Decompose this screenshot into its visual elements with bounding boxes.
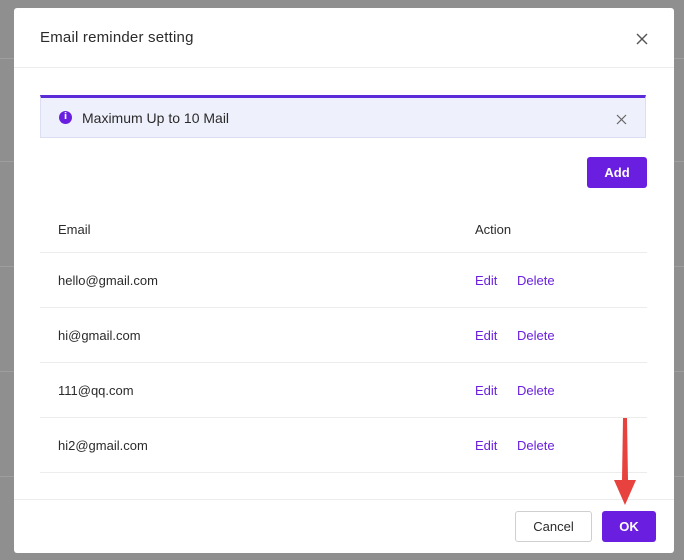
background-divider [0,266,14,267]
background-divider [674,58,684,59]
table-row: hi@gmail.com Edit Delete [40,308,647,363]
close-icon[interactable] [633,30,651,48]
column-header-action: Action [475,222,512,237]
background-divider [0,161,14,162]
column-header-email: Email [58,222,91,237]
add-button[interactable]: Add [587,157,647,188]
background-divider [0,371,14,372]
dialog-title: Email reminder setting [40,29,194,46]
email-cell: hi2@gmail.com [58,438,148,453]
email-cell: hi@gmail.com [58,328,141,343]
table-row: 111@qq.com Edit Delete [40,363,647,418]
edit-link[interactable]: Edit [475,438,497,453]
edit-link[interactable]: Edit [475,328,497,343]
dialog-footer: Cancel OK [14,499,674,554]
background-divider [674,266,684,267]
alert-close-icon[interactable] [616,112,627,125]
annotation-arrow-icon [612,418,638,506]
background-divider [674,476,684,477]
limit-alert: i Maximum Up to 10 Mail [40,95,646,138]
table-row: hi2@gmail.com Edit Delete [40,418,647,473]
table-header: Email Action [40,202,647,253]
background-divider [674,371,684,372]
table-row: hello@gmail.com Edit Delete [40,253,647,308]
email-cell: 111@qq.com [58,383,134,398]
delete-link[interactable]: Delete [517,273,555,288]
delete-link[interactable]: Delete [517,438,555,453]
background-divider [0,476,14,477]
delete-link[interactable]: Delete [517,383,555,398]
cancel-button[interactable]: Cancel [515,511,592,542]
edit-link[interactable]: Edit [475,273,497,288]
dialog-header: Email reminder setting [14,8,674,68]
alert-message: Maximum Up to 10 Mail [82,110,230,126]
email-table: Email Action hello@gmail.com Edit Delete… [40,202,647,473]
email-cell: hello@gmail.com [58,273,158,288]
edit-link[interactable]: Edit [475,383,497,398]
email-reminder-dialog: Email reminder setting i Maximum Up to 1… [14,8,674,553]
ok-button[interactable]: OK [602,511,656,542]
delete-link[interactable]: Delete [517,328,555,343]
background-divider [0,58,14,59]
info-icon: i [59,111,72,124]
background-divider [674,161,684,162]
